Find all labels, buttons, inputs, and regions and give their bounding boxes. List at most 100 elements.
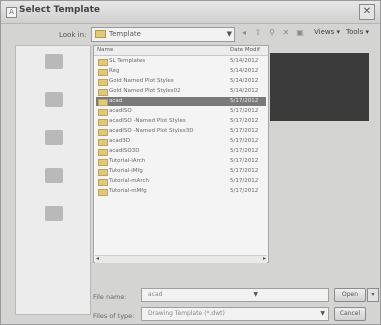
file-row[interactable]: Tutorial-mMfg 5/17/2012 xyxy=(96,187,266,196)
search-web-icon[interactable]: ⚲ xyxy=(267,28,277,38)
desktop-icon xyxy=(45,92,63,107)
file-row[interactable]: acadISO -Named Plot Styles3D 5/17/2012 xyxy=(96,127,266,136)
files-of-type-dropdown[interactable]: Drawing Template (*.dwt) ▼ xyxy=(141,307,329,321)
chevron-down-icon[interactable]: ▼ xyxy=(253,289,258,301)
file-name: acadISO3D xyxy=(109,148,140,154)
close-icon[interactable]: ✕ xyxy=(359,4,375,20)
file-name: acadISO -Named Plot Styles3D xyxy=(109,128,194,134)
template-file-icon xyxy=(98,159,108,166)
computer-icon xyxy=(45,168,63,183)
file-date: 5/17/2012 xyxy=(230,128,259,134)
file-date: 5/14/2012 xyxy=(230,68,259,74)
file-date: 5/17/2012 xyxy=(230,98,259,104)
file-date: 5/17/2012 xyxy=(230,168,259,174)
file-date: 5/17/2012 xyxy=(230,108,259,114)
window-title: Select Template xyxy=(19,5,100,15)
file-row[interactable]: Gold Named Plot Styles 5/14/2012 xyxy=(96,77,266,86)
views-label: Views xyxy=(314,28,335,36)
file-row[interactable]: acadISO 5/17/2012 xyxy=(96,107,266,116)
file-name-value: acad xyxy=(148,291,163,298)
template-file-icon xyxy=(98,89,108,96)
place-my-network-places[interactable] xyxy=(22,206,86,236)
place-my-recent-documents[interactable] xyxy=(22,54,86,84)
files-of-type-label: Files of type: xyxy=(93,312,135,320)
file-name: SL Templates xyxy=(109,58,146,64)
new-folder-icon[interactable]: ▣ xyxy=(295,28,305,38)
file-name: Tutorial-iArch xyxy=(109,158,146,164)
tools-label: Tools xyxy=(346,28,364,36)
scroll-left-icon[interactable]: ◂ xyxy=(96,255,99,262)
file-name: Reg xyxy=(109,68,120,74)
file-row[interactable]: acad 5/17/2012 xyxy=(96,97,266,106)
views-menu[interactable]: Views ▾ xyxy=(314,28,340,36)
file-list[interactable]: Name Date Modif SL Templates 5/14/2012 Reg… xyxy=(93,45,269,263)
template-file-icon xyxy=(98,79,108,86)
file-date: 5/17/2012 xyxy=(230,148,259,154)
file-name: Gold Named Plot Styles xyxy=(109,78,174,84)
delete-icon[interactable]: ✕ xyxy=(281,28,291,38)
documents-icon xyxy=(45,130,63,145)
file-name-field[interactable]: acad ▼ xyxy=(141,288,329,302)
template-file-icon xyxy=(98,139,108,146)
up-folder-icon[interactable]: ⇧ xyxy=(253,28,263,38)
chevron-down-icon: ▼ xyxy=(320,310,325,317)
title-bar: A Select Template ✕ xyxy=(1,1,380,24)
column-header-date[interactable]: Date Modif xyxy=(230,46,260,55)
file-date: 5/14/2012 xyxy=(230,88,259,94)
column-header-name[interactable]: Name xyxy=(97,46,113,55)
file-date: 5/17/2012 xyxy=(230,178,259,184)
file-name: acadISO xyxy=(109,108,132,114)
place-my-documents[interactable] xyxy=(22,130,86,160)
template-file-icon xyxy=(98,169,108,176)
file-name: Tutorial-iMfg xyxy=(109,168,143,174)
file-row[interactable]: acadISO -Named Plot Styles 5/17/2012 xyxy=(96,117,266,126)
file-date: 5/17/2012 xyxy=(230,118,259,124)
cancel-button[interactable]: Cancel xyxy=(334,307,366,321)
places-bar xyxy=(15,45,91,315)
back-icon[interactable]: ◂ xyxy=(239,28,249,38)
template-file-icon xyxy=(98,109,108,116)
open-button[interactable]: Open xyxy=(334,288,366,302)
file-name: Tutorial-mMfg xyxy=(109,188,147,194)
file-name: acadISO -Named Plot Styles xyxy=(109,118,186,124)
file-name: acad xyxy=(109,98,123,104)
template-file-icon xyxy=(98,69,108,76)
open-options-dropdown[interactable]: ▾ xyxy=(367,288,379,302)
file-row[interactable]: Tutorial-iMfg 5/17/2012 xyxy=(96,167,266,176)
file-date: 5/17/2012 xyxy=(230,138,259,144)
history-icon xyxy=(45,54,63,69)
template-file-icon xyxy=(98,119,108,126)
look-in-value: Template xyxy=(109,30,141,38)
file-row[interactable]: SL Templates 5/14/2012 xyxy=(96,57,266,66)
select-template-dialog: A Select Template ✕ Look in: Template ▼ … xyxy=(0,0,381,325)
files-of-type-value: Drawing Template (*.dwt) xyxy=(148,310,225,317)
file-name: Tutorial-mArch xyxy=(109,178,149,184)
file-date: 5/14/2012 xyxy=(230,58,259,64)
file-name: acad3D xyxy=(109,138,130,144)
file-date: 5/17/2012 xyxy=(230,188,259,194)
template-file-icon xyxy=(98,99,108,106)
file-row[interactable]: Reg 5/14/2012 xyxy=(96,67,266,76)
file-date: 5/17/2012 xyxy=(230,158,259,164)
file-row[interactable]: Gold Named Plot Styles02 5/14/2012 xyxy=(96,87,266,96)
file-name: Gold Named Plot Styles02 xyxy=(109,88,181,94)
tools-menu[interactable]: Tools ▾ xyxy=(346,28,369,36)
horizontal-scrollbar[interactable]: ◂ ▸ xyxy=(95,255,267,263)
preview-pane xyxy=(270,53,369,121)
template-file-icon xyxy=(98,179,108,186)
place-my-computer[interactable] xyxy=(22,168,86,198)
network-icon xyxy=(45,206,63,221)
scroll-right-icon[interactable]: ▸ xyxy=(263,255,266,262)
template-file-icon xyxy=(98,59,108,66)
look-in-label: Look in: xyxy=(59,31,87,39)
app-icon: A xyxy=(6,7,17,18)
place-desktop[interactable] xyxy=(22,92,86,122)
file-row[interactable]: Tutorial-mArch 5/17/2012 xyxy=(96,177,266,186)
file-row[interactable]: Tutorial-iArch 5/17/2012 xyxy=(96,157,266,166)
chevron-down-icon: ▼ xyxy=(226,30,232,38)
file-row[interactable]: acad3D 5/17/2012 xyxy=(96,137,266,146)
template-file-icon xyxy=(98,189,108,196)
file-row[interactable]: acadISO3D 5/17/2012 xyxy=(96,147,266,156)
look-in-dropdown[interactable]: Template ▼ xyxy=(91,27,235,42)
file-list-header: Name Date Modif xyxy=(94,46,268,56)
